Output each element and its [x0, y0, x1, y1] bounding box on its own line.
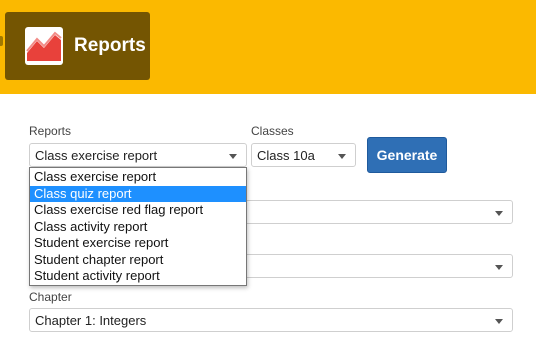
chevron-down-icon — [495, 211, 503, 216]
dropdown-option[interactable]: Class exercise red flag report — [30, 202, 246, 219]
dropdown-option[interactable]: Student chapter report — [30, 252, 246, 269]
dropdown-option[interactable]: Class activity report — [30, 219, 246, 236]
chapter-select[interactable]: Chapter 1: Integers — [29, 308, 513, 332]
generate-button[interactable]: Generate — [367, 137, 447, 173]
reports-select-value: Class exercise report — [35, 148, 158, 163]
chapter-select-value: Chapter 1: Integers — [35, 313, 147, 328]
chevron-down-icon — [495, 319, 503, 324]
classes-select-value: Class 10a — [257, 148, 315, 163]
chevron-down-icon — [229, 154, 237, 159]
dropdown-option[interactable]: Class quiz report — [30, 185, 246, 202]
reports-badge: Reports — [5, 12, 150, 80]
chapter-label: Chapter — [29, 290, 72, 304]
page-title: Reports — [74, 35, 146, 56]
line-chart-icon — [25, 27, 63, 65]
header-edge-tab — [0, 36, 3, 46]
classes-label: Classes — [251, 124, 294, 138]
chevron-down-icon — [495, 265, 503, 270]
classes-select[interactable]: Class 10a — [251, 143, 356, 167]
dropdown-option[interactable]: Student exercise report — [30, 235, 246, 252]
dropdown-option[interactable]: Class exercise report — [30, 169, 246, 186]
reports-select[interactable]: Class exercise report — [29, 143, 247, 167]
chevron-down-icon — [338, 154, 346, 159]
dropdown-option[interactable]: Student activity report — [30, 268, 246, 285]
reports-dropdown-list[interactable]: Class exercise report Class quiz report … — [29, 167, 247, 286]
reports-label: Reports — [29, 124, 72, 138]
page-header: Reports — [0, 0, 536, 94]
